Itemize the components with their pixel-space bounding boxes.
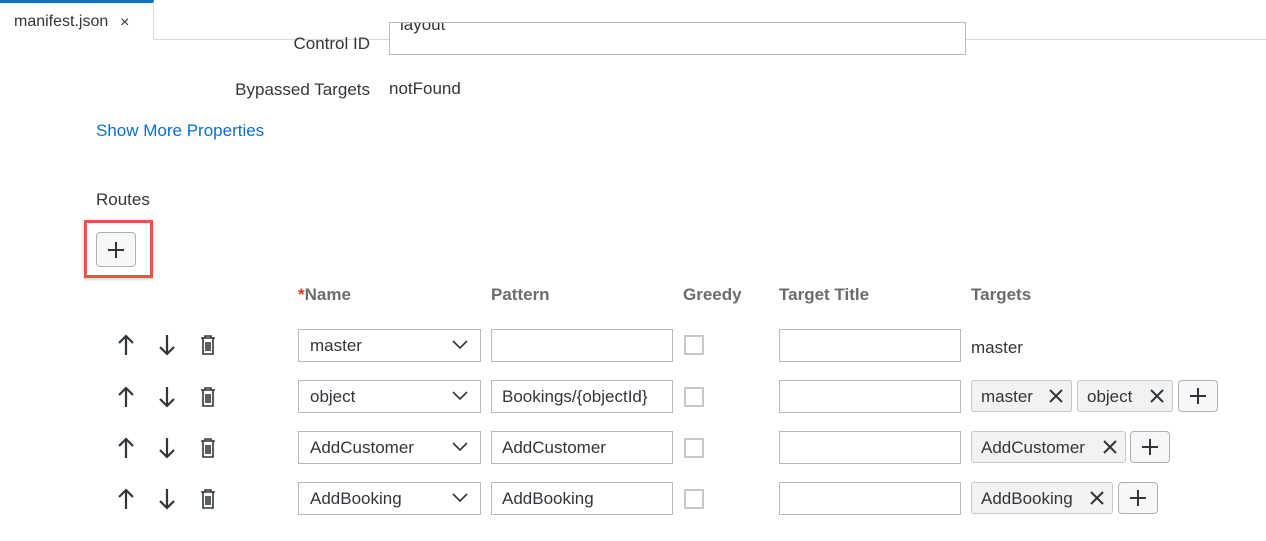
- chevron-down-icon: [452, 391, 468, 401]
- move-down-icon[interactable]: [155, 330, 179, 360]
- move-down-icon[interactable]: [155, 484, 179, 514]
- remove-token-icon[interactable]: [1049, 389, 1063, 403]
- bypassed-targets-label: Bypassed Targets: [235, 80, 370, 99]
- route-name-select[interactable]: master: [298, 329, 481, 362]
- column-header-name-label: Name: [304, 285, 351, 304]
- target-token-label: object: [1087, 387, 1133, 406]
- move-up-icon[interactable]: [114, 382, 138, 412]
- delete-icon[interactable]: [196, 382, 220, 412]
- show-more-properties-link[interactable]: Show More Properties: [96, 121, 264, 141]
- routes-title: Routes: [96, 190, 150, 209]
- targets-value: master: [971, 338, 1023, 357]
- route-row: object Bookings/{objectId} master object: [0, 379, 1266, 415]
- greedy-checkbox[interactable]: [684, 335, 704, 355]
- move-up-icon[interactable]: [114, 484, 138, 514]
- target-title-input[interactable]: [779, 482, 961, 515]
- target-token-label: master: [981, 387, 1033, 406]
- move-up-icon[interactable]: [114, 330, 138, 360]
- tab-label: manifest.json: [14, 13, 109, 30]
- route-pattern-input[interactable]: AddBooking: [491, 482, 673, 515]
- column-header-pattern: Pattern: [491, 285, 550, 304]
- route-row: AddBooking AddBooking AddBooking: [0, 481, 1266, 517]
- chevron-down-icon: [452, 493, 468, 503]
- route-row: AddCustomer AddCustomer AddCustomer: [0, 430, 1266, 466]
- column-header-name: *Name: [298, 285, 351, 305]
- chevron-down-icon: [452, 442, 468, 452]
- route-row: master master: [0, 328, 1266, 364]
- route-name-value: AddBooking: [310, 489, 402, 508]
- target-title-input[interactable]: [779, 329, 961, 362]
- add-route-button[interactable]: [96, 232, 136, 267]
- remove-token-icon[interactable]: [1090, 491, 1104, 505]
- delete-icon[interactable]: [196, 484, 220, 514]
- route-name-value: master: [310, 336, 362, 355]
- plus-icon: [1130, 490, 1146, 506]
- move-down-icon[interactable]: [155, 433, 179, 463]
- route-name-select[interactable]: AddCustomer: [298, 431, 481, 464]
- bypassed-targets-value: notFound: [389, 79, 461, 98]
- plus-icon: [1142, 439, 1158, 455]
- move-down-icon[interactable]: [155, 382, 179, 412]
- route-pattern-input[interactable]: Bookings/{objectId}: [491, 380, 673, 413]
- route-name-value: AddCustomer: [310, 438, 414, 457]
- greedy-checkbox[interactable]: [684, 438, 704, 458]
- target-token: AddCustomer: [971, 431, 1126, 463]
- add-target-button[interactable]: [1118, 482, 1158, 514]
- target-title-input[interactable]: [779, 431, 961, 464]
- column-header-targets: Targets: [971, 285, 1032, 304]
- target-token: object: [1077, 380, 1173, 412]
- plus-icon: [1190, 388, 1206, 404]
- required-star: *: [298, 285, 305, 304]
- plus-icon: [108, 241, 124, 258]
- add-target-button[interactable]: [1130, 431, 1170, 463]
- route-name-select[interactable]: object: [298, 380, 481, 413]
- delete-icon[interactable]: [196, 330, 220, 360]
- column-header-greedy: Greedy: [683, 285, 742, 304]
- route-name-select[interactable]: AddBooking: [298, 482, 481, 515]
- route-pattern-input[interactable]: [491, 329, 673, 362]
- add-target-button[interactable]: [1178, 380, 1218, 412]
- control-id-label: Control ID: [293, 34, 370, 53]
- greedy-checkbox[interactable]: [684, 387, 704, 407]
- route-pattern-input[interactable]: AddCustomer: [491, 431, 673, 464]
- target-title-input[interactable]: [779, 380, 961, 413]
- close-icon[interactable]: ×: [120, 14, 129, 32]
- column-header-target-title: Target Title: [779, 285, 870, 304]
- delete-icon[interactable]: [196, 433, 220, 463]
- move-up-icon[interactable]: [114, 433, 138, 463]
- target-token: AddBooking: [971, 482, 1113, 514]
- remove-token-icon[interactable]: [1150, 389, 1164, 403]
- chevron-down-icon: [452, 340, 468, 350]
- control-id-input[interactable]: layout: [389, 22, 966, 55]
- route-name-value: object: [310, 387, 356, 406]
- target-token-label: AddBooking: [981, 489, 1073, 508]
- greedy-checkbox[interactable]: [684, 489, 704, 509]
- remove-token-icon[interactable]: [1103, 440, 1117, 454]
- target-token-label: AddCustomer: [981, 438, 1085, 457]
- target-token: master: [971, 380, 1072, 412]
- control-id-value: layout: [400, 22, 446, 34]
